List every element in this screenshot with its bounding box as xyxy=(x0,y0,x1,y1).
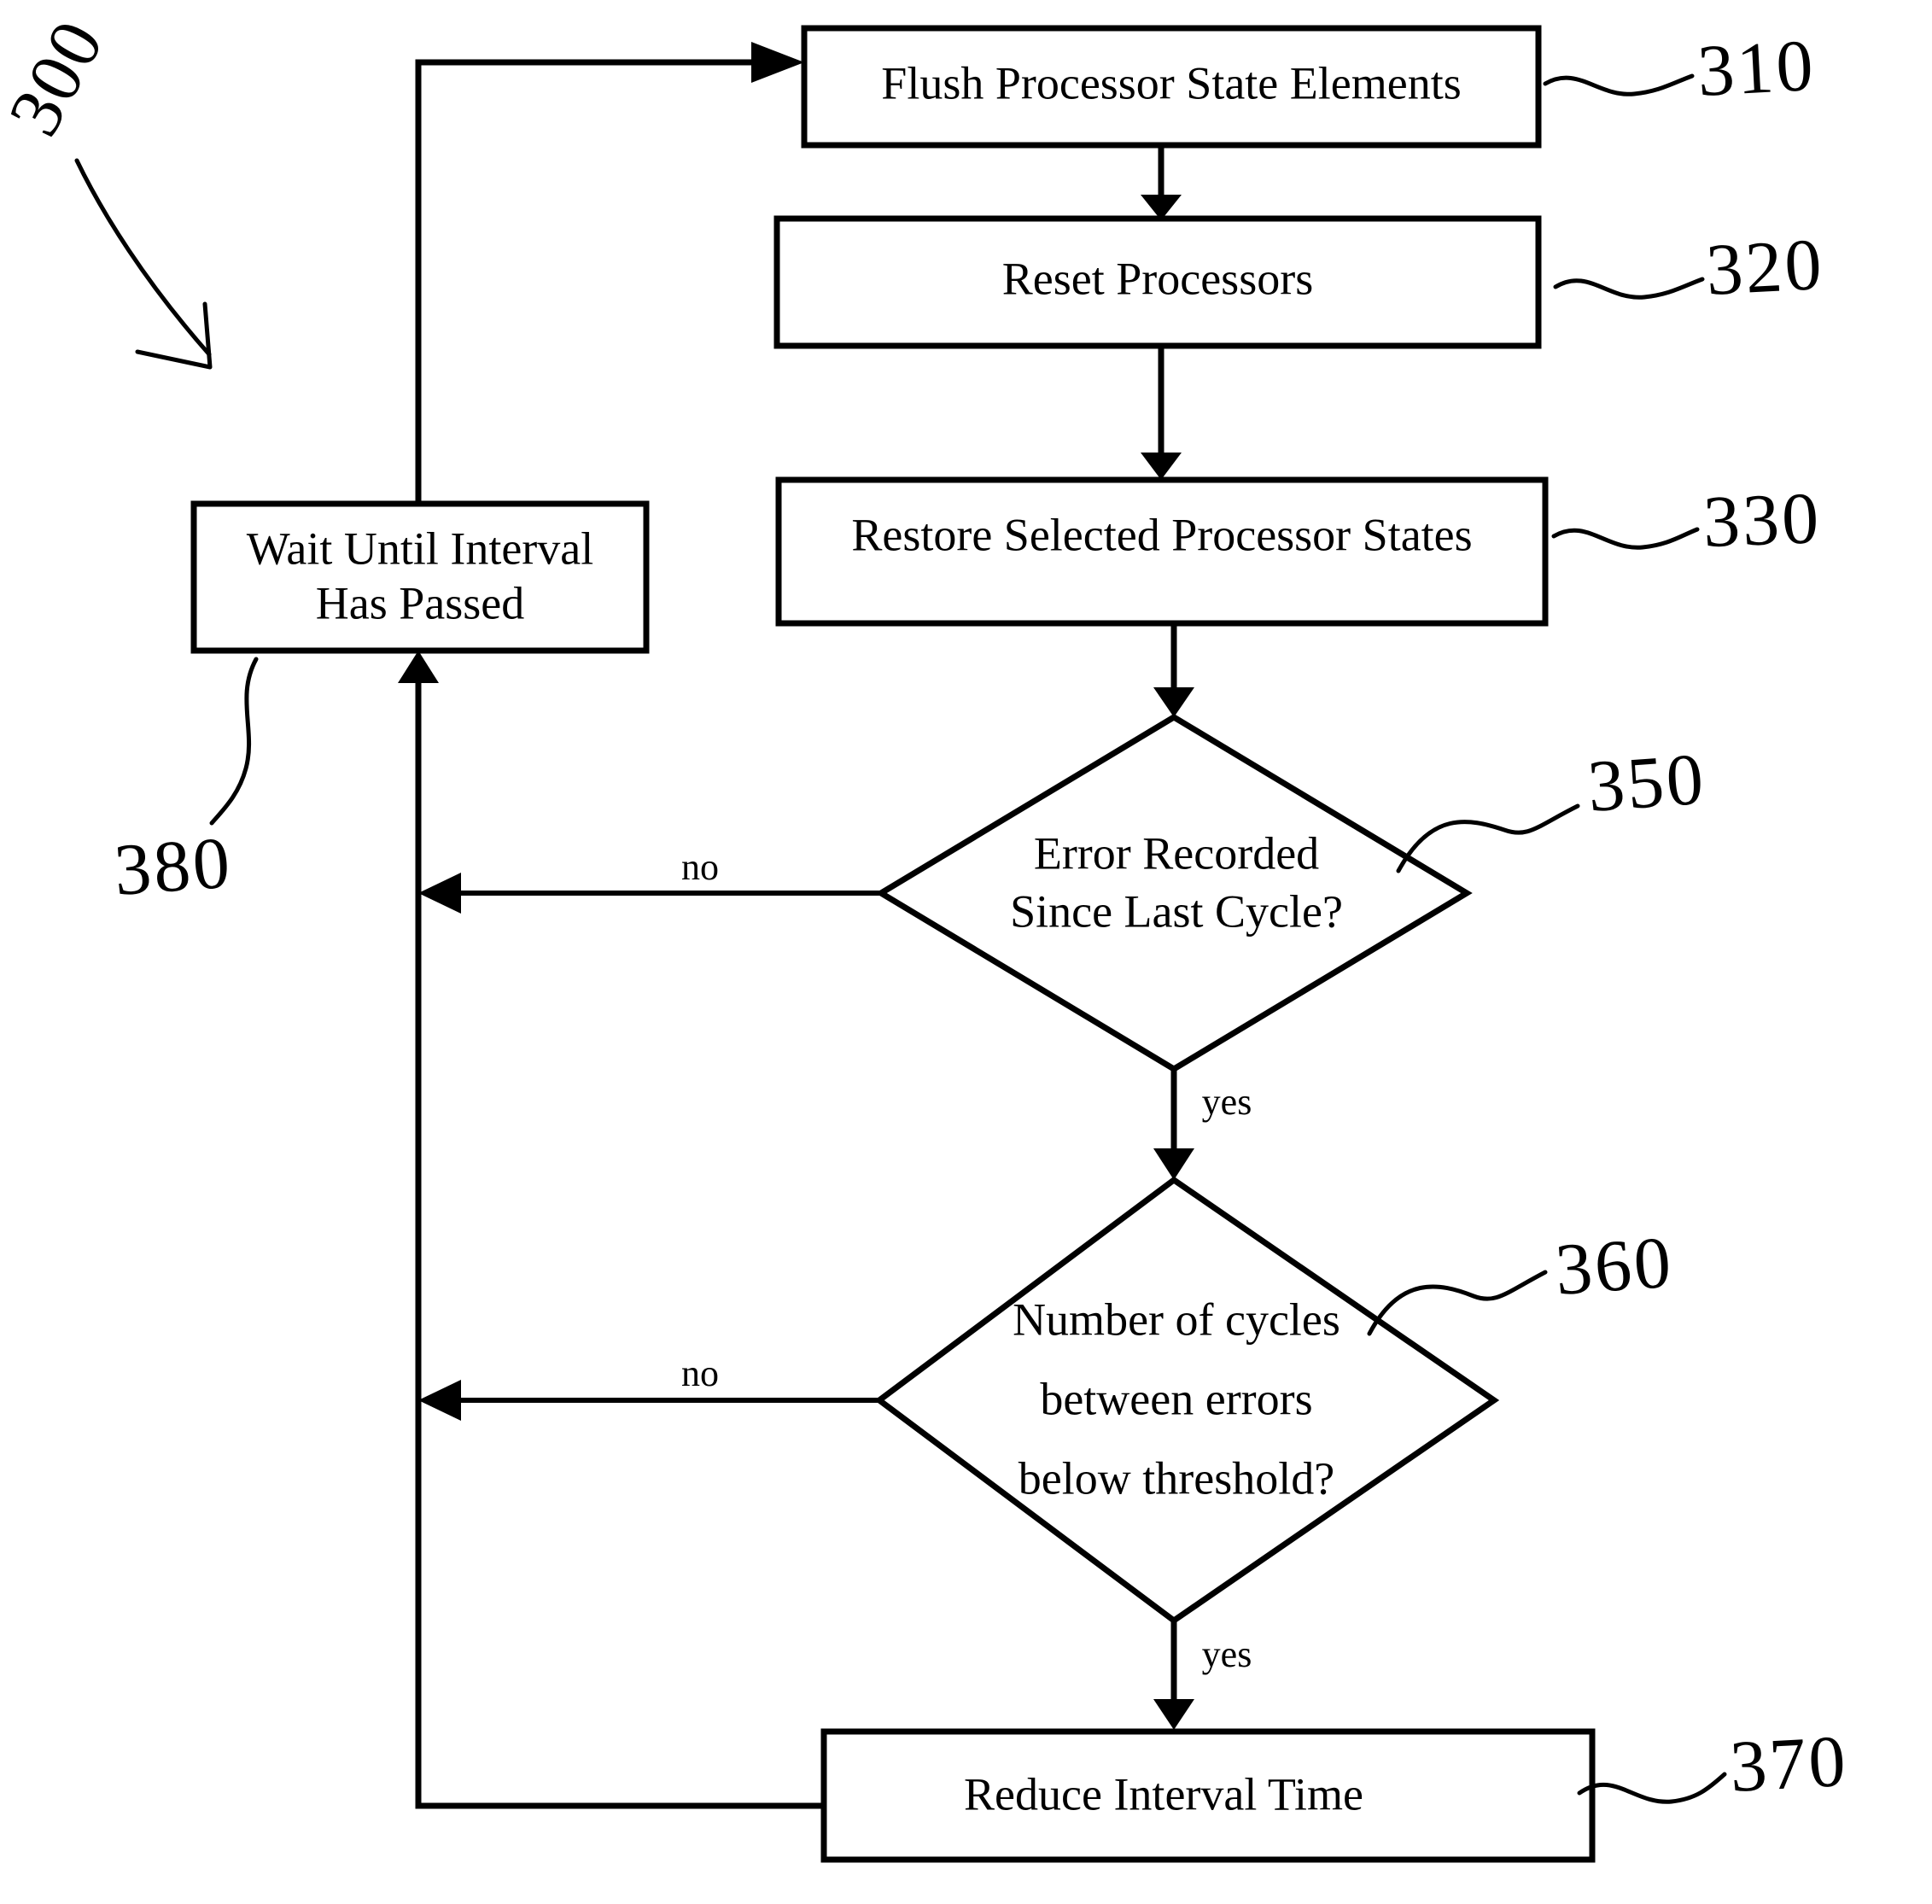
node-label-reduce: Reduce Interval Time xyxy=(964,1768,1363,1819)
reference-numeral-350: 350 xyxy=(1585,738,1708,827)
connector-cycles-no-to-rail xyxy=(418,1380,879,1421)
node-reduce-interval-time[interactable]: Reduce Interval Time xyxy=(820,1728,1596,1863)
node-restore-selected-processor-states[interactable]: Restore Selected Processor States xyxy=(775,476,1549,627)
reference-numeral-300: 300 xyxy=(0,6,120,149)
node-label-error-line1: Error Recorded xyxy=(1034,827,1319,879)
reference-numeral-300-group: 300 xyxy=(0,6,213,370)
reference-numeral-310: 310 xyxy=(1696,24,1818,112)
node-wait-until-interval[interactable]: Wait Until Interval Has Passed xyxy=(190,500,650,654)
node-reset-processors[interactable]: Reset Processors xyxy=(773,215,1542,349)
reference-numeral-380-group: 380 xyxy=(112,657,259,911)
flowchart-canvas: Flush Processor State Elements Reset Pro… xyxy=(0,6,1850,1863)
reference-numeral-350-group: 350 xyxy=(1396,738,1708,873)
edge-label-no-error: no xyxy=(681,846,719,888)
node-label-reset: Reset Processors xyxy=(1002,253,1313,304)
reference-numeral-320-group: 320 xyxy=(1553,223,1826,311)
reference-numeral-310-group: 310 xyxy=(1543,24,1818,112)
node-error-recorded-decision[interactable]: Error Recorded Since Last Cycle? xyxy=(875,713,1473,1073)
connector-reduce-to-wait xyxy=(398,651,824,1809)
node-label-restore: Restore Selected Processor States xyxy=(851,509,1472,560)
reference-numeral-330-group: 330 xyxy=(1551,476,1823,563)
node-label-cycles-line2: between errors xyxy=(1040,1373,1312,1424)
edge-label-yes-error: yes xyxy=(1202,1081,1252,1123)
connector-reset-to-restore xyxy=(1141,346,1182,480)
node-flush-processor-state-elements[interactable]: Flush Processor State Elements xyxy=(801,25,1542,149)
connector-restore-to-error-decision xyxy=(1153,623,1194,717)
node-label-wait-line2: Has Passed xyxy=(316,577,524,628)
reference-numeral-330: 330 xyxy=(1701,476,1822,563)
reference-numeral-360: 360 xyxy=(1553,1221,1676,1311)
reference-numeral-370: 370 xyxy=(1728,1720,1850,1808)
node-label-flush: Flush Processor State Elements xyxy=(881,57,1461,108)
node-label-cycles-line3: below threshold? xyxy=(1019,1452,1334,1504)
reference-numeral-370-group: 370 xyxy=(1577,1720,1850,1808)
reference-numeral-380: 380 xyxy=(112,821,235,911)
connector-error-yes-to-cycles-decision xyxy=(1153,1067,1194,1180)
reference-numeral-320: 320 xyxy=(1704,223,1826,311)
edge-label-yes-cycles: yes xyxy=(1202,1633,1252,1675)
node-label-cycles-line1: Number of cycles xyxy=(1013,1294,1340,1345)
reference-numeral-360-group: 360 xyxy=(1367,1221,1676,1336)
connector-wait-to-flush xyxy=(415,42,804,504)
connector-error-no-to-rail xyxy=(418,873,879,914)
node-cycles-threshold-decision[interactable]: Number of cycles between errors below th… xyxy=(874,1176,1500,1625)
connector-flush-to-reset xyxy=(1141,145,1182,220)
node-label-error-line2: Since Last Cycle? xyxy=(1010,885,1343,937)
edge-label-no-cycles: no xyxy=(681,1352,719,1394)
node-label-wait-line1: Wait Until Interval xyxy=(247,523,594,574)
figure-page: Flush Processor State Elements Reset Pro… xyxy=(0,0,1932,1904)
